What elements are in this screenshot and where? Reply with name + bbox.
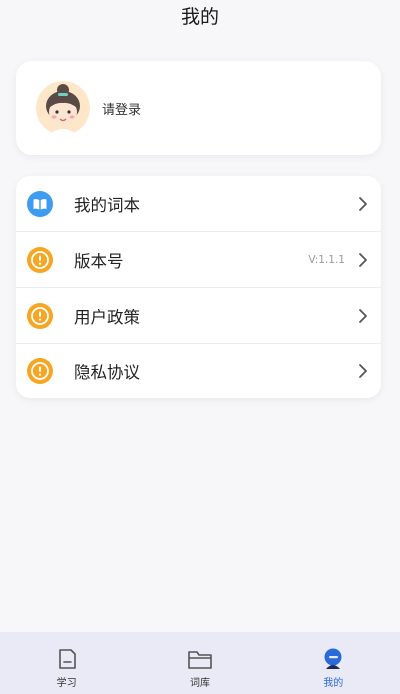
menu-item-user-policy[interactable]: 用户政策 (16, 288, 381, 344)
tab-profile[interactable]: 我的 (267, 632, 400, 694)
menu-item-label: 用户政策 (74, 307, 140, 327)
tab-label: 我的 (323, 678, 344, 689)
chevron-right-icon (353, 361, 373, 381)
tab-wordbank[interactable]: 词库 (133, 632, 266, 694)
bottom-tab-bar: 学习 词库 我的 (0, 632, 400, 694)
chevron-right-icon (353, 250, 373, 270)
settings-menu: 我的词本 版本号 V:1.1.1 用户政策 隐私协议 (16, 176, 381, 398)
header: 我的 (0, 0, 400, 36)
profile-card[interactable]: 请登录 (16, 61, 381, 155)
menu-item-label: 我的词本 (74, 195, 140, 215)
tab-study[interactable]: 学习 (0, 632, 133, 694)
page-title: 我的 (180, 6, 219, 28)
menu-item-my-wordbook[interactable]: 我的词本 (16, 176, 381, 232)
folder-icon (186, 646, 214, 672)
profile-icon (319, 646, 347, 672)
login-prompt[interactable]: 请登录 (102, 99, 141, 118)
info-icon (27, 358, 53, 384)
chevron-right-icon (353, 194, 373, 214)
menu-item-label: 隐私协议 (74, 363, 140, 382)
tab-label: 词库 (189, 678, 210, 689)
study-icon (53, 646, 81, 672)
info-icon (27, 302, 53, 329)
book-icon (27, 190, 53, 217)
user-avatar-icon (36, 81, 90, 135)
tab-label: 学习 (56, 678, 77, 689)
avatar[interactable] (36, 81, 90, 135)
menu-item-privacy[interactable]: 隐私协议 (16, 344, 381, 398)
version-value: V:1.1.1 (308, 253, 345, 266)
menu-item-label: 版本号 (74, 251, 124, 271)
profile-page: 我的 请登录 我的词本 版本号 V:1.1.1 用户政策 隐私协议 学习 词库 … (0, 0, 400, 694)
info-icon (27, 246, 53, 273)
menu-item-version[interactable]: 版本号 V:1.1.1 (16, 232, 381, 288)
chevron-right-icon (353, 306, 373, 326)
